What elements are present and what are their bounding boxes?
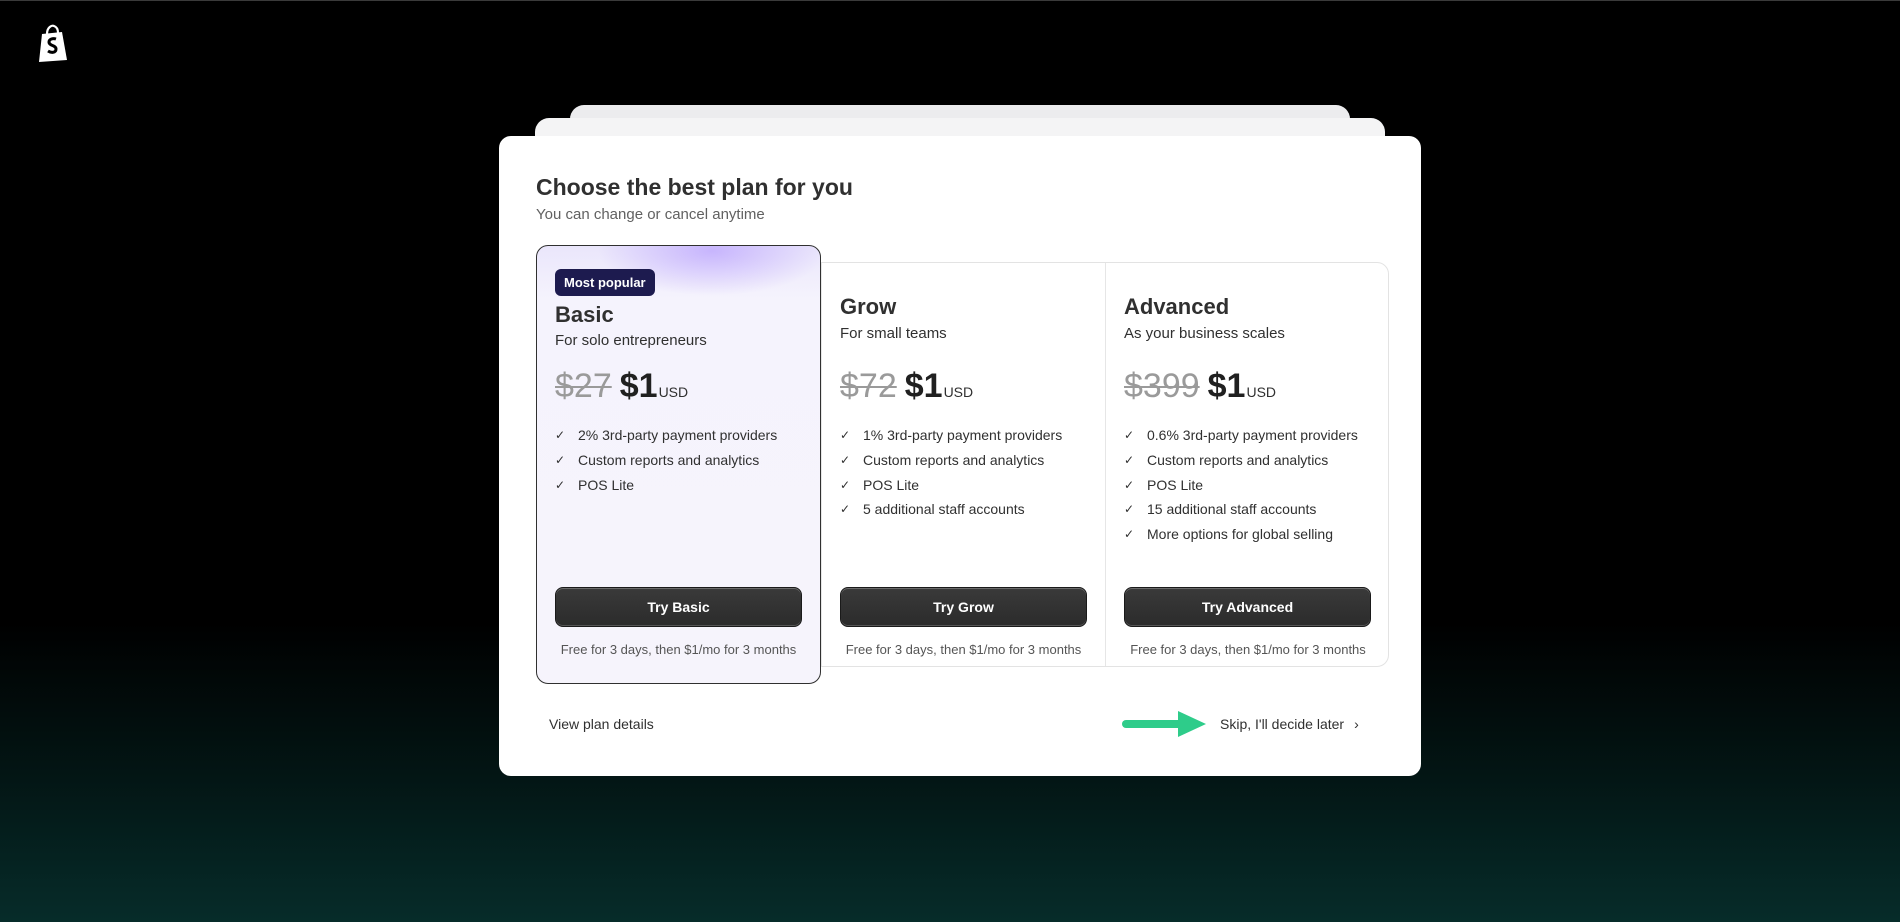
feature-item: ✓ 0.6% 3rd-party payment providers (1124, 423, 1358, 448)
top-border (0, 0, 1900, 1)
feature-text: POS Lite (863, 476, 920, 493)
feature-text: POS Lite (1147, 476, 1204, 493)
chevron-right-icon: › (1354, 716, 1359, 732)
feature-item: ✓ POS Lite (1124, 472, 1358, 497)
feature-item: ✓ 15 additional staff accounts (1124, 497, 1358, 522)
old-price: $72 (840, 367, 897, 405)
plan-card-grow[interactable]: Grow For small teams $72 $1 USD ✓ 1% 3rd-… (821, 263, 1105, 666)
currency: USD (943, 384, 974, 400)
feature-text: 0.6% 3rd-party payment providers (1147, 427, 1358, 444)
feature-item: ✓ Custom reports and analytics (555, 448, 777, 473)
feature-list: ✓ 2% 3rd-party payment providers ✓ Custom … (555, 423, 777, 497)
feature-item: ✓ More options for global selling (1124, 522, 1358, 547)
shopify-logo-icon[interactable] (36, 24, 70, 64)
feature-item: ✓ 5 additional staff accounts (840, 497, 1062, 522)
trial-note: Free for 3 days, then $1/mo for 3 months (1130, 642, 1366, 657)
check-icon: ✓ (840, 453, 851, 468)
skip-decide-later-link[interactable]: Skip, I'll decide later › (1220, 716, 1359, 732)
check-icon: ✓ (1124, 428, 1135, 443)
feature-text: Custom reports and analytics (578, 452, 760, 469)
green-arrow-icon (1122, 711, 1206, 737)
old-price: $27 (555, 367, 612, 405)
price-row: $399 $1 USD (1124, 367, 1276, 406)
currency: USD (658, 384, 689, 400)
feature-text: More options for global selling (1147, 526, 1333, 543)
trial-note: Free for 3 days, then $1/mo for 3 months (560, 642, 797, 657)
feature-item: ✓ POS Lite (555, 472, 777, 497)
check-icon: ✓ (840, 477, 851, 492)
try-advanced-button[interactable]: Try Advanced (1124, 587, 1371, 627)
check-icon: ✓ (555, 453, 566, 468)
feature-text: 2% 3rd-party payment providers (578, 427, 778, 444)
check-icon: ✓ (1124, 527, 1135, 542)
trial-note: Free for 3 days, then $1/mo for 3 months (845, 642, 1082, 657)
feature-list: ✓ 1% 3rd-party payment providers ✓ Custom … (840, 423, 1062, 522)
modal-subtitle: You can change or cancel anytime (536, 206, 765, 223)
feature-text: Custom reports and analytics (1147, 452, 1329, 469)
plan-description: For small teams (840, 325, 947, 342)
most-popular-badge: Most popular (555, 269, 655, 296)
feature-text: 5 additional staff accounts (863, 501, 1025, 518)
plan-card-advanced[interactable]: Advanced As your business scales $399 $1… (1105, 263, 1390, 666)
modal-title: Choose the best plan for you (536, 174, 853, 200)
check-icon: ✓ (555, 428, 566, 443)
new-price: $1 (1207, 367, 1246, 405)
skip-label: Skip, I'll decide later (1220, 716, 1345, 732)
plan-name: Basic (555, 302, 614, 327)
feature-item: ✓ POS Lite (840, 472, 1062, 497)
check-icon: ✓ (1124, 477, 1135, 492)
plan-card-basic[interactable]: Most popular Basic For solo entrepreneur… (536, 245, 821, 684)
try-grow-button[interactable]: Try Grow (840, 587, 1087, 627)
check-icon: ✓ (1124, 453, 1135, 468)
feature-list: ✓ 0.6% 3rd-party payment providers ✓ Custo… (1124, 423, 1358, 546)
feature-item: ✓ 2% 3rd-party payment providers (555, 423, 777, 448)
plan-name: Grow (840, 294, 897, 319)
check-icon: ✓ (1124, 502, 1135, 517)
view-plan-details-link[interactable]: View plan details (549, 716, 654, 732)
price-row: $72 $1 USD (840, 367, 973, 406)
feature-item: ✓ Custom reports and analytics (1124, 448, 1358, 473)
feature-item: ✓ Custom reports and analytics (840, 448, 1062, 473)
currency: USD (1246, 384, 1277, 400)
feature-text: POS Lite (578, 476, 635, 493)
new-price: $1 (904, 367, 943, 405)
old-price: $399 (1124, 367, 1200, 405)
check-icon: ✓ (840, 428, 851, 443)
price-row: $27 $1 USD (555, 367, 688, 406)
feature-text: 15 additional staff accounts (1147, 501, 1317, 518)
feature-item: ✓ 1% 3rd-party payment providers (840, 423, 1062, 448)
try-basic-button[interactable]: Try Basic (555, 587, 802, 627)
check-icon: ✓ (555, 477, 566, 492)
new-price: $1 (619, 367, 658, 405)
plan-description: For solo entrepreneurs (555, 332, 707, 349)
plan-name: Advanced (1124, 294, 1230, 319)
feature-text: 1% 3rd-party payment providers (863, 427, 1063, 444)
check-icon: ✓ (840, 502, 851, 517)
feature-text: Custom reports and analytics (863, 452, 1045, 469)
plan-picker-modal: Choose the best plan for you You can cha… (499, 136, 1421, 776)
plan-description: As your business scales (1124, 325, 1285, 342)
